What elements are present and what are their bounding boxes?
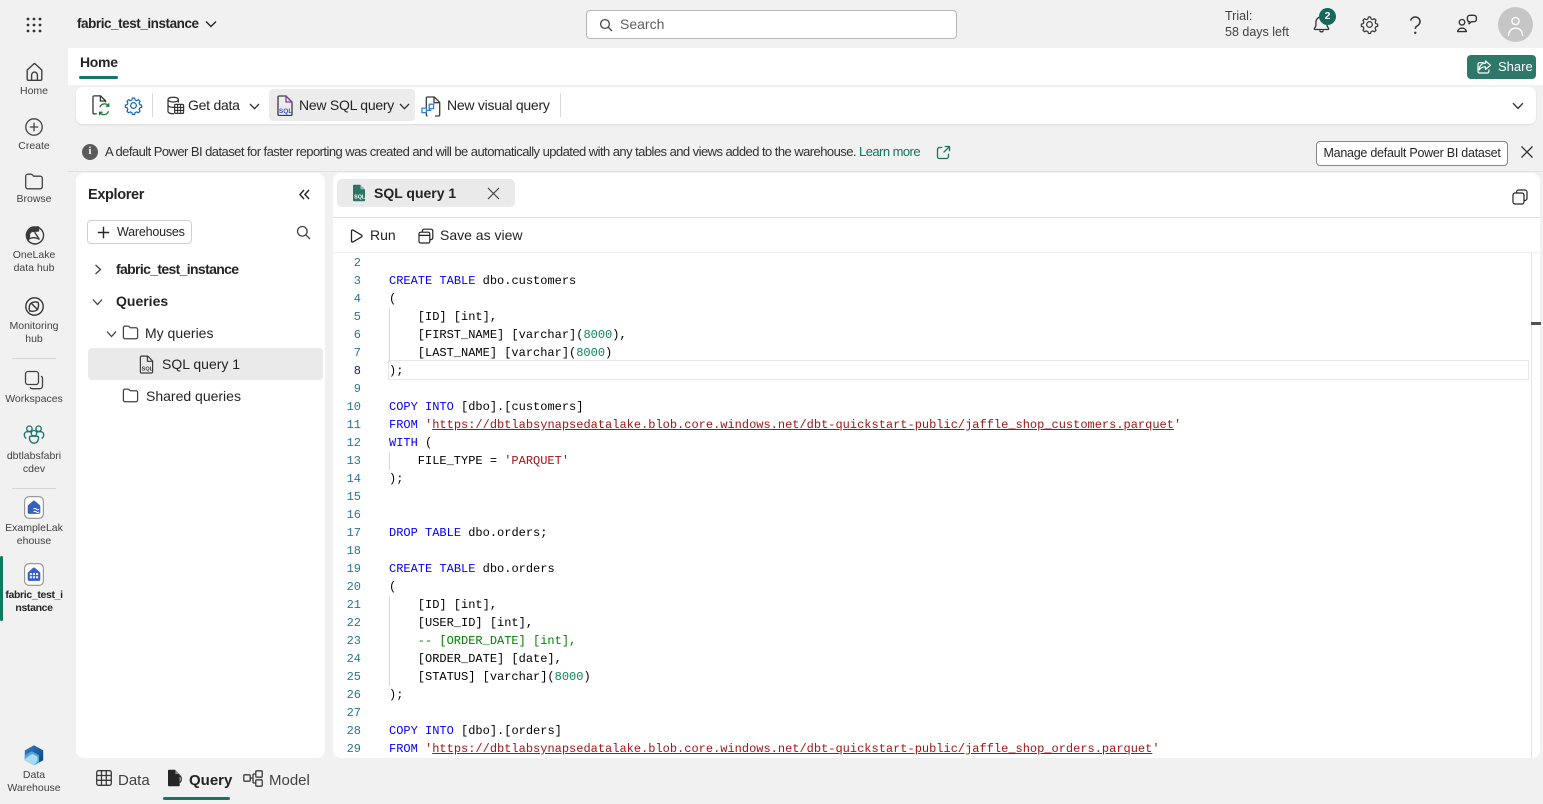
svg-text:SQL: SQL xyxy=(142,367,154,373)
svg-text:SQL: SQL xyxy=(354,195,366,201)
svg-text:SQL: SQL xyxy=(279,108,293,115)
